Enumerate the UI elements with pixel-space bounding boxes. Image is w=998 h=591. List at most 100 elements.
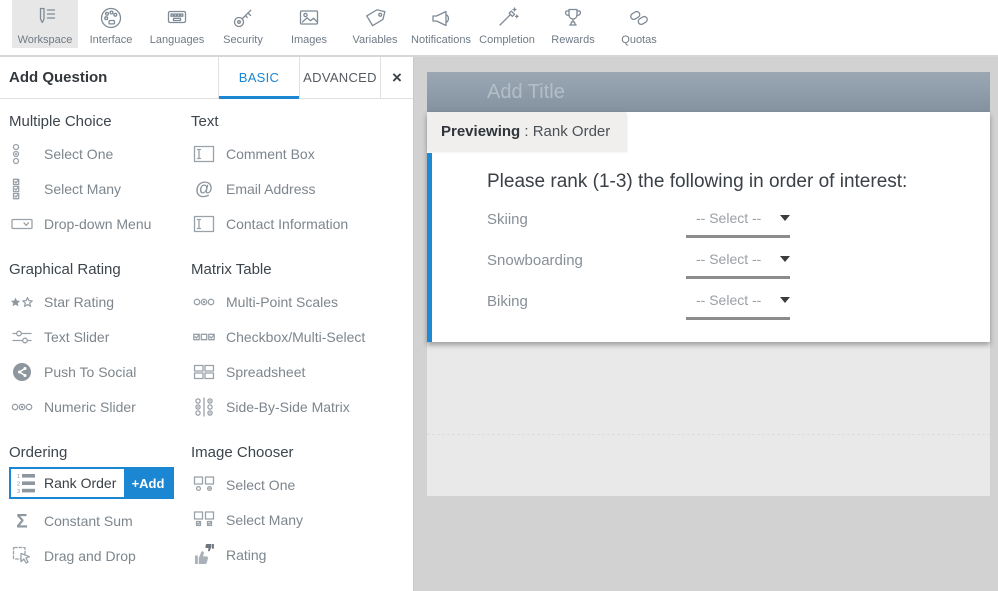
rank-select-skiing[interactable]: -- Select -- xyxy=(686,210,790,238)
question-type-image-rating[interactable]: Rating xyxy=(191,537,409,572)
section-ordering: Ordering 123 Rank Order +Add Σ Constant … xyxy=(9,442,191,578)
previewing-tag: Previewing : Rank Order xyxy=(427,112,626,151)
question-type-label: Side-By-Side Matrix xyxy=(226,399,350,415)
question-type-constant-sum[interactable]: Σ Constant Sum xyxy=(9,503,191,538)
toolbar-item-interface[interactable]: Interface xyxy=(78,0,144,48)
key-icon xyxy=(230,5,256,31)
matrix-icon xyxy=(191,396,217,418)
radio-row-icon xyxy=(9,396,35,418)
rank-select-snowboarding[interactable]: -- Select -- xyxy=(686,251,790,279)
drop-zone-divider xyxy=(427,434,990,435)
tab-basic[interactable]: BASIC xyxy=(218,57,299,98)
question-type-text-slider[interactable]: Text Slider xyxy=(9,319,191,354)
question-type-label: Star Rating xyxy=(44,294,114,310)
section-title: Multiple Choice xyxy=(9,113,191,130)
question-type-label: Rating xyxy=(226,547,266,563)
svg-text:@: @ xyxy=(195,178,213,198)
caret-down-icon xyxy=(780,256,790,262)
question-type-spreadsheet[interactable]: Spreadsheet xyxy=(191,354,409,389)
question-type-comment-box[interactable]: Comment Box xyxy=(191,136,409,171)
question-type-label: Select Many xyxy=(44,181,121,197)
question-type-label: Text Slider xyxy=(44,329,109,345)
question-type-push-to-social[interactable]: Push To Social xyxy=(9,354,191,389)
text-box-icon xyxy=(191,213,217,235)
question-type-select-one[interactable]: Select One xyxy=(9,136,191,171)
sigma-icon: Σ xyxy=(9,510,35,532)
section-title: Ordering xyxy=(9,444,191,461)
select-value: -- Select -- xyxy=(686,210,761,226)
svg-text:1: 1 xyxy=(17,474,20,480)
toolbar-item-completion[interactable]: Completion xyxy=(474,0,540,48)
question-type-checkbox-multi-select[interactable]: Checkbox/Multi-Select xyxy=(191,319,409,354)
toolbar-item-rewards[interactable]: Rewards xyxy=(540,0,606,48)
image-icon xyxy=(296,5,322,31)
question-type-dropdown-menu[interactable]: Drop-down Menu xyxy=(9,206,191,241)
rank-select-biking[interactable]: -- Select -- xyxy=(686,292,790,320)
question-type-rank-order-selected[interactable]: 123 Rank Order +Add xyxy=(9,467,174,499)
sliders-icon xyxy=(9,326,35,348)
toolbar-item-variables[interactable]: Variables xyxy=(342,0,408,48)
question-text: Please rank (1-3) the following in order… xyxy=(487,171,950,193)
rank-row-label: Biking xyxy=(487,293,686,320)
add-title-bar[interactable]: Add Title xyxy=(427,72,990,112)
add-question-button[interactable]: +Add xyxy=(124,469,172,497)
at-sign-icon: @ xyxy=(191,178,217,200)
drag-cursor-icon xyxy=(9,545,35,567)
toolbar-item-label: Images xyxy=(291,34,327,46)
question-type-star-rating[interactable]: Star Rating xyxy=(9,284,191,319)
question-type-multi-point-scales[interactable]: Multi-Point Scales xyxy=(191,284,409,319)
palette-icon xyxy=(98,5,124,31)
question-type-label: Numeric Slider xyxy=(44,399,136,415)
dropdown-box-icon xyxy=(9,213,35,235)
section-title: Image Chooser xyxy=(191,444,409,461)
numbered-list-icon: 12 3 xyxy=(13,472,39,494)
section-title: Graphical Rating xyxy=(9,261,191,278)
text-box-icon xyxy=(191,143,217,165)
preview-card: Add Title Previewing : Rank Order Please… xyxy=(427,72,990,496)
image-radio-icon xyxy=(191,474,217,496)
trophy-icon xyxy=(560,5,586,31)
image-checkbox-icon xyxy=(191,509,217,531)
question-type-label: Drop-down Menu xyxy=(44,216,151,232)
tag-icon xyxy=(362,5,388,31)
svg-text:Σ: Σ xyxy=(16,511,27,532)
toolbar-item-quotas[interactable]: Quotas xyxy=(606,0,672,48)
toolbar-item-languages[interactable]: Languages xyxy=(144,0,210,48)
question-preview: Previewing : Rank Order Please rank (1-3… xyxy=(427,112,990,342)
workspace-icon xyxy=(32,5,58,31)
question-type-image-select-one[interactable]: Select One xyxy=(191,467,409,502)
toolbar-item-notifications[interactable]: Notifications xyxy=(408,0,474,48)
question-type-label: Comment Box xyxy=(226,146,315,162)
question-type-label: Drag and Drop xyxy=(44,548,136,564)
toolbar-item-images[interactable]: Images xyxy=(276,0,342,48)
stars-icon xyxy=(9,291,35,313)
select-value: -- Select -- xyxy=(686,251,761,267)
panel-header: Add Question BASIC ADVANCED × xyxy=(0,57,413,99)
question-type-numeric-slider[interactable]: Numeric Slider xyxy=(9,389,191,424)
close-icon[interactable]: × xyxy=(380,57,413,98)
question-type-label: Push To Social xyxy=(44,364,136,380)
toolbar-item-security[interactable]: Security xyxy=(210,0,276,48)
toolbar-item-label: Security xyxy=(223,34,263,46)
select-value: -- Select -- xyxy=(686,292,761,308)
question-type-select-many[interactable]: Select Many xyxy=(9,171,191,206)
question-type-label: Select One xyxy=(44,146,113,162)
svg-text:3: 3 xyxy=(17,489,20,494)
question-type-contact-information[interactable]: Contact Information xyxy=(191,206,409,241)
section-multiple-choice: Multiple Choice Select One Select Many xyxy=(9,111,191,246)
toolbar-item-label: Variables xyxy=(352,34,397,46)
caret-down-icon xyxy=(780,215,790,221)
rank-row-label: Skiing xyxy=(487,211,686,238)
question-type-email-address[interactable]: @ Email Address xyxy=(191,171,409,206)
tab-advanced[interactable]: ADVANCED xyxy=(299,57,380,98)
svg-text:2: 2 xyxy=(17,481,20,487)
question-type-drag-and-drop[interactable]: Drag and Drop xyxy=(9,538,191,573)
toolbar-item-workspace[interactable]: Workspace xyxy=(12,0,78,48)
question-type-side-by-side-matrix[interactable]: Side-By-Side Matrix xyxy=(191,389,409,424)
question-type-label: Checkbox/Multi-Select xyxy=(226,329,365,345)
question-type-label: Contact Information xyxy=(226,216,348,232)
toolbar-item-label: Workspace xyxy=(18,34,73,46)
toolbar-item-label: Languages xyxy=(150,34,204,46)
section-image-chooser: Image Chooser Select One Select Many xyxy=(191,442,409,578)
question-type-image-select-many[interactable]: Select Many xyxy=(191,502,409,537)
